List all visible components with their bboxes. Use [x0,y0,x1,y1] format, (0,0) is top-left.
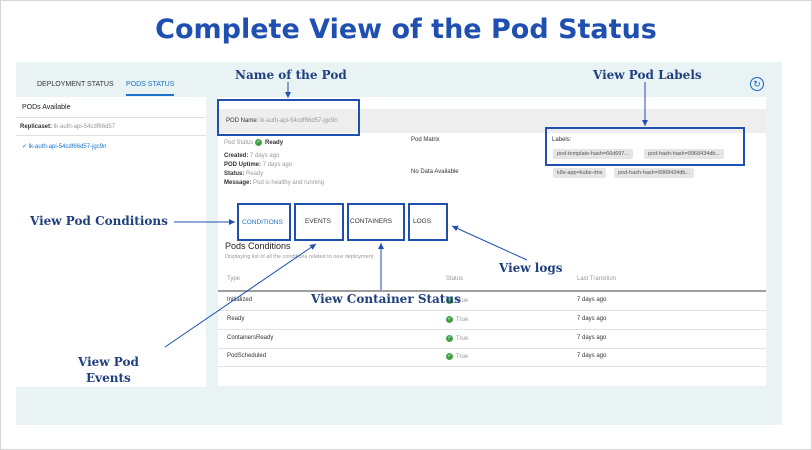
arrow-view-pod-events [164,243,317,348]
annotation-arrows [164,82,648,348]
arrow-view-logs [451,225,528,261]
